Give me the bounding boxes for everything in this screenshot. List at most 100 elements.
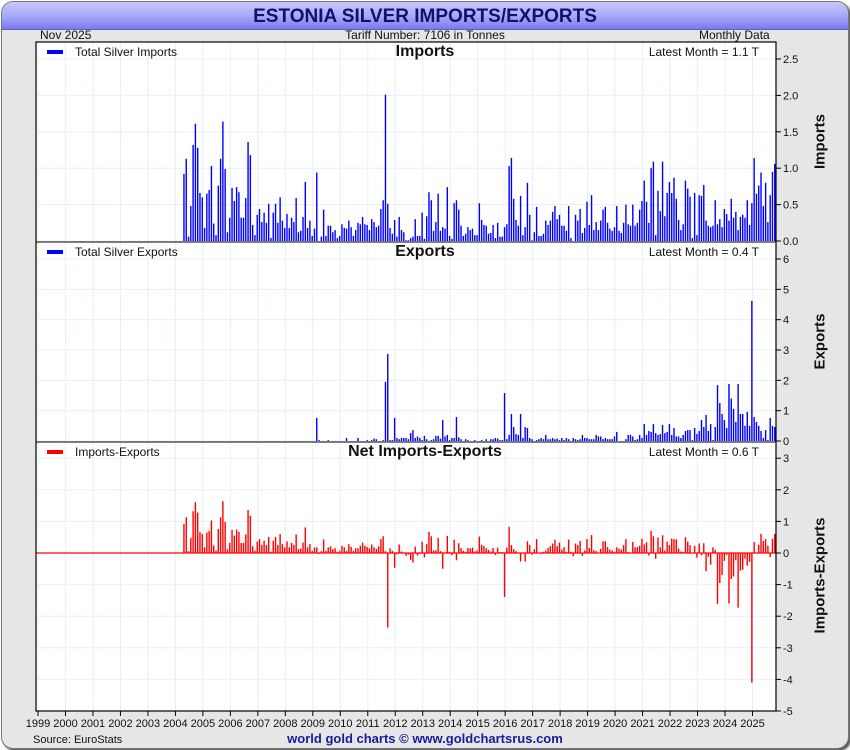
imports-bar (380, 208, 382, 241)
exports-bar (389, 440, 391, 441)
imports-bar (547, 224, 549, 241)
exports-bar (499, 440, 501, 441)
net-bar (460, 548, 462, 553)
exports-bar (545, 434, 547, 441)
imports-bar (774, 163, 776, 241)
net-bar (638, 545, 641, 553)
net-bar (735, 553, 737, 561)
net-bar (611, 550, 613, 553)
net-bar (419, 553, 421, 554)
net-bar (217, 528, 219, 553)
net-bar (650, 530, 652, 553)
imports-bar (625, 204, 627, 241)
net-bar (487, 549, 490, 553)
imports-bar (263, 212, 265, 241)
net-bar (348, 544, 350, 553)
exports-bar (391, 440, 394, 441)
net-bar (400, 551, 403, 553)
net-bar (224, 521, 226, 553)
y-tick-label: 3 (783, 453, 789, 465)
exports-bar (421, 440, 423, 441)
net-bar (508, 526, 510, 553)
net-bar (322, 539, 325, 553)
imports-bar (687, 188, 689, 241)
imports-bar (435, 222, 437, 241)
net-bar (366, 546, 368, 553)
imports-bar (565, 230, 568, 241)
exports-bar (755, 421, 758, 441)
net-bar (297, 549, 300, 553)
exports-bar (700, 420, 703, 441)
net-bar (462, 550, 465, 553)
imports-bar (533, 232, 536, 241)
legend-label-exports: Total Silver Exports (75, 245, 178, 259)
net-bar (542, 551, 545, 553)
exports-bar (771, 425, 774, 441)
net-bar (226, 549, 229, 553)
exports-bar (641, 437, 643, 441)
x-tick-label: 2003 (136, 718, 160, 730)
net-bar (746, 553, 748, 566)
y-tick-label: 1 (783, 406, 789, 418)
imports-bar (728, 220, 730, 241)
net-bar (593, 550, 595, 553)
net-bar (515, 551, 517, 553)
imports-bar (627, 224, 629, 241)
net-bar (618, 548, 620, 553)
imports-bar (416, 235, 419, 241)
exports-bar (739, 414, 742, 441)
imports-bar (448, 235, 451, 241)
imports-bar (274, 203, 277, 241)
net-bar (338, 550, 341, 553)
imports-bar (517, 225, 519, 241)
net-bar (471, 547, 474, 553)
net-bar (513, 549, 515, 553)
imports-bar (348, 220, 350, 241)
net-bar (425, 544, 428, 553)
y-tick-label: -4 (783, 674, 793, 686)
imports-bar (251, 224, 254, 241)
exports-bar (650, 431, 652, 441)
exports-bar (416, 436, 419, 441)
imports-bar (645, 201, 648, 241)
exports-bar (524, 427, 526, 441)
exports-bar (769, 417, 771, 441)
net-bar (480, 544, 483, 553)
net-bar (574, 543, 577, 553)
net-bar (256, 541, 258, 553)
net-bar (375, 548, 378, 553)
exports-bar (419, 437, 421, 441)
imports-bar (329, 225, 332, 241)
net-bar (274, 536, 277, 553)
imports-bar (535, 206, 538, 241)
imports-bar (304, 182, 307, 241)
net-bar (208, 530, 210, 553)
net-bar (455, 553, 458, 561)
imports-bar (464, 233, 467, 241)
exports-bar (494, 437, 497, 441)
y-axis-label-imports: Imports (811, 114, 829, 170)
net-bar (332, 549, 334, 553)
imports-bar (430, 200, 432, 241)
net-bar (668, 545, 671, 553)
exports-bar (593, 439, 595, 441)
net-bar (588, 547, 590, 553)
exports-bar (691, 440, 694, 441)
net-bar (616, 547, 618, 553)
exports-bar (442, 420, 444, 441)
legend-label-net: Imports-Exports (75, 445, 160, 459)
exports-bar (409, 433, 412, 441)
exports-bar (735, 421, 737, 441)
exports-bar (519, 414, 522, 441)
net-bar (577, 545, 579, 553)
exports-bar (732, 408, 735, 441)
x-tick-label: 1999 (26, 718, 50, 730)
imports-bar (659, 211, 661, 241)
imports-bar (357, 222, 359, 241)
imports-bar (467, 227, 469, 241)
net-bar (203, 547, 206, 553)
exports-bar (458, 437, 460, 441)
imports-bar (306, 227, 309, 241)
net-bar (361, 542, 364, 553)
imports-bar (652, 161, 655, 241)
